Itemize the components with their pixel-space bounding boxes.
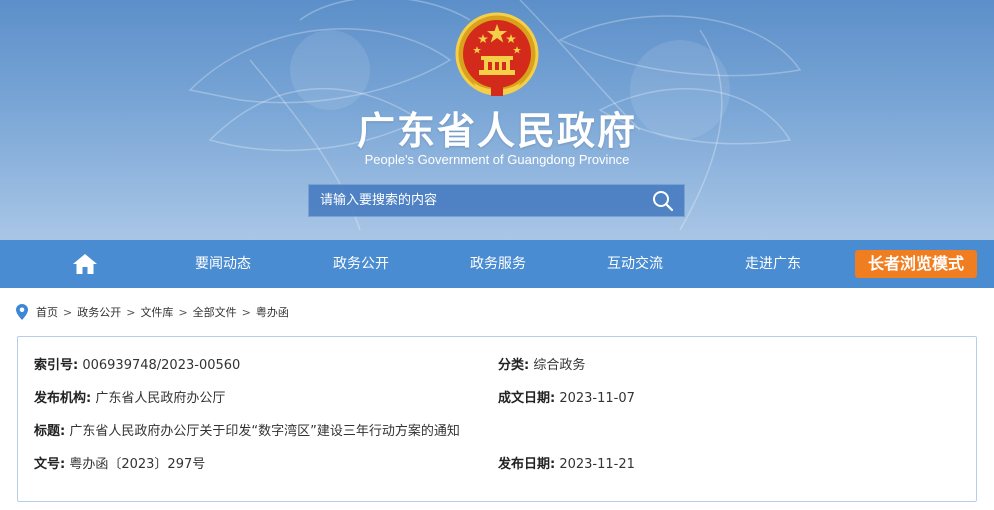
home-icon[interactable] (72, 252, 98, 276)
doc-number-label: 文号: (34, 457, 66, 472)
index-number-row: 索引号: 006939748/2023-00560 (34, 354, 240, 373)
nav-item-news[interactable]: 要闻动态 (173, 240, 273, 288)
created-date-value: 2023-11-07 (559, 391, 635, 406)
search-icon[interactable] (652, 190, 674, 212)
national-emblem-icon (455, 12, 539, 96)
index-number-value: 006939748/2023-00560 (82, 358, 241, 373)
published-date-row: 发布日期: 2023-11-21 (498, 453, 635, 472)
breadcrumb-separator: > (126, 305, 136, 319)
title-value: 广东省人民政府办公厅关于印发“数字湾区”建设三年行动方案的通知 (69, 424, 460, 439)
category-row: 分类: 综合政务 (498, 354, 585, 373)
breadcrumb-separator: > (241, 305, 251, 319)
breadcrumb: 首页 > 政务公开 > 文件库 > 全部文件 > 粤办函 (16, 303, 289, 321)
nav-item-about-guangdong[interactable]: 走进广东 (723, 240, 823, 288)
created-date-row: 成文日期: 2023-11-07 (498, 387, 635, 406)
search-bar (308, 184, 685, 217)
site-subtitle: People's Government of Guangdong Provinc… (364, 152, 630, 167)
nav-item-gov-affairs[interactable]: 政务公开 (311, 240, 411, 288)
site-title: 广东省人民政府 (356, 109, 637, 153)
breadcrumb-item-all-files[interactable]: 全部文件 (193, 304, 237, 320)
main-nav: 要闻动态 政务公开 政务服务 互动交流 走进广东 (0, 240, 994, 288)
search-input[interactable] (309, 185, 639, 216)
index-number-label: 索引号: (34, 358, 79, 373)
breadcrumb-separator: > (63, 305, 73, 319)
document-info-panel: 索引号: 006939748/2023-00560 分类: 综合政务 发布机构:… (17, 336, 977, 502)
breadcrumb-item-gov-affairs[interactable]: 政务公开 (77, 304, 121, 320)
nav-item-services[interactable]: 政务服务 (448, 240, 548, 288)
doc-number-value: 粤办函〔2023〕297号 (69, 457, 206, 472)
nav-item-interaction[interactable]: 互动交流 (585, 240, 685, 288)
publisher-label: 发布机构: (34, 391, 92, 406)
location-pin-icon (16, 304, 28, 320)
category-value: 综合政务 (533, 358, 586, 373)
published-date-value: 2023-11-21 (559, 457, 635, 472)
created-date-label: 成文日期: (498, 391, 556, 406)
category-label: 分类: (498, 358, 530, 373)
published-date-label: 发布日期: (498, 457, 556, 472)
title-label: 标题: (34, 424, 66, 439)
publisher-row: 发布机构: 广东省人民政府办公厅 (34, 387, 225, 406)
header-banner: 广东省人民政府 People's Government of Guangdong… (0, 0, 994, 240)
breadcrumb-item-file-library[interactable]: 文件库 (140, 304, 173, 320)
breadcrumb-separator: > (178, 305, 188, 319)
breadcrumb-item-current[interactable]: 粤办函 (256, 304, 289, 320)
breadcrumb-item-home[interactable]: 首页 (36, 304, 58, 320)
elder-mode-button[interactable]: 长者浏览模式 (855, 250, 977, 278)
doc-number-row: 文号: 粤办函〔2023〕297号 (34, 453, 205, 472)
title-row: 标题: 广东省人民政府办公厅关于印发“数字湾区”建设三年行动方案的通知 (34, 420, 460, 439)
publisher-value: 广东省人民政府办公厅 (95, 391, 226, 406)
